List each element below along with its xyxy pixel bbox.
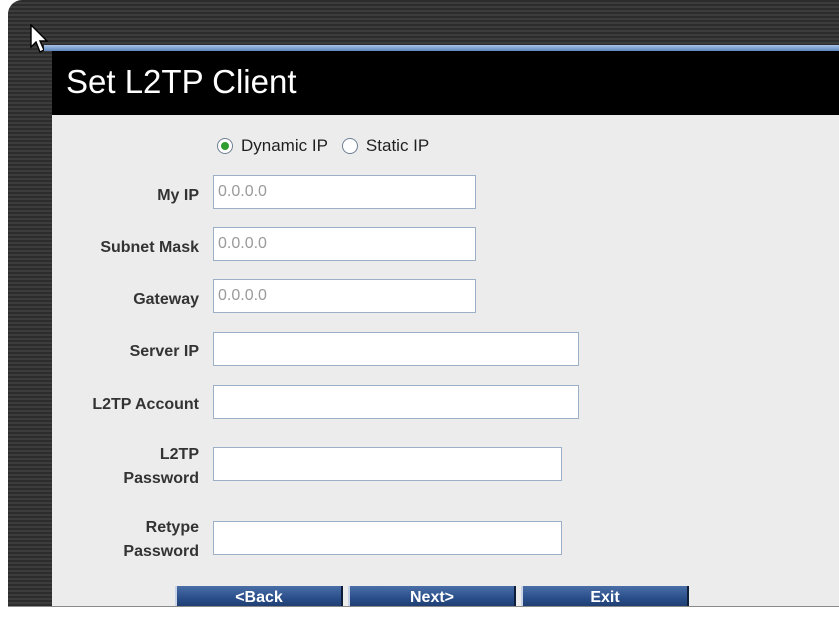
radio-selected-dot bbox=[221, 142, 229, 150]
static-ip-label[interactable]: Static IP bbox=[366, 136, 429, 156]
next-button[interactable]: Next> bbox=[348, 586, 516, 606]
subnet-mask-label: Subnet Mask bbox=[100, 239, 199, 256]
server-ip-input[interactable] bbox=[213, 332, 579, 366]
page-title: Set L2TP Client bbox=[66, 63, 297, 100]
subnet-mask-input[interactable]: 0.0.0.0 bbox=[213, 227, 476, 261]
retype-password-label-line2: Password bbox=[123, 543, 199, 560]
gateway-label: Gateway bbox=[133, 291, 199, 308]
static-ip-radio[interactable] bbox=[341, 138, 358, 154]
gateway-input[interactable]: 0.0.0.0 bbox=[213, 279, 476, 313]
ip-mode-radio-group: Dynamic IP Static IP bbox=[217, 134, 443, 158]
l2tp-account-input[interactable] bbox=[213, 385, 579, 419]
retype-password-label: Retype Password bbox=[123, 516, 199, 564]
server-ip-label: Server IP bbox=[129, 343, 199, 360]
l2tp-password-label-line2: Password bbox=[123, 470, 199, 487]
l2tp-password-input[interactable] bbox=[213, 447, 562, 481]
my-ip-label: My IP bbox=[157, 187, 199, 204]
title-bar: Set L2TP Client bbox=[52, 51, 839, 115]
retype-password-input[interactable] bbox=[213, 521, 562, 555]
l2tp-password-label: L2TP Password bbox=[123, 443, 199, 491]
l2tp-form-panel: Dynamic IP Static IP My IP 0.0.0.0 Subne… bbox=[52, 115, 839, 606]
back-button[interactable]: <Back bbox=[175, 586, 343, 606]
l2tp-password-label-line1: L2TP bbox=[159, 446, 199, 463]
exit-button[interactable]: Exit bbox=[521, 586, 689, 606]
my-ip-input[interactable]: 0.0.0.0 bbox=[213, 175, 476, 209]
dynamic-ip-label[interactable]: Dynamic IP bbox=[241, 136, 328, 156]
frame-divider bbox=[8, 606, 839, 607]
retype-password-label-line1: Retype bbox=[145, 519, 199, 536]
dynamic-ip-radio[interactable] bbox=[217, 138, 233, 154]
l2tp-account-label: L2TP Account bbox=[92, 396, 199, 413]
